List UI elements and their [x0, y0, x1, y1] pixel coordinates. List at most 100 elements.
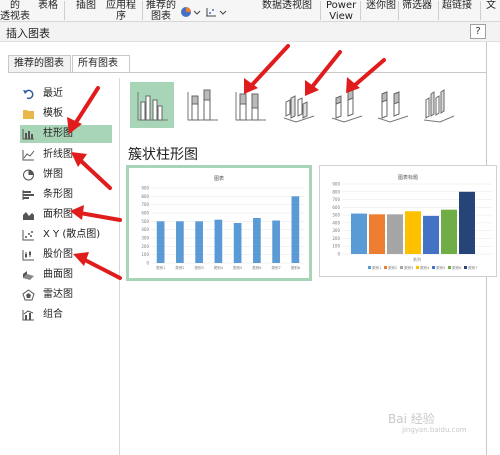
3d-percent-stacked-column-icon [377, 91, 409, 123]
chart-preview-1[interactable]: 图表 0 100 200 300 400 500 600 700 800 900 类别1 类别2 类别3… [126, 165, 312, 281]
category-pie[interactable]: 饼图 [20, 166, 112, 184]
chevron-down-icon [219, 10, 227, 15]
subtype-3d-100-stacked-column[interactable] [370, 82, 414, 128]
subtype-3d-stacked-column[interactable] [324, 82, 368, 128]
subtype-clustered-column[interactable] [130, 82, 174, 128]
ribbon-label: 插图 [76, 0, 96, 11]
category-radar[interactable]: 雷达图 [20, 286, 112, 304]
ribbon-recommended-charts[interactable]: 推荐的 图表 [146, 0, 176, 22]
bar [369, 214, 385, 254]
y-tick-label: 300 [332, 228, 340, 233]
ribbon-power-view[interactable]: Power View [326, 0, 356, 22]
stacked-column-icon [187, 89, 218, 121]
area-chart-icon [23, 212, 34, 220]
category-label: 面积图 [43, 209, 73, 220]
ribbon-label: 推荐的 [146, 0, 176, 11]
3d-column-icon [423, 89, 455, 123]
category-label: 股价图 [43, 249, 73, 260]
y-tick-label: 200 [332, 236, 340, 241]
percent-stacked-column-icon [235, 92, 266, 121]
legend-label: 类别6 [452, 265, 461, 270]
ribbon-label: 迷你图 [366, 0, 396, 11]
category-combo[interactable]: 组合 [20, 306, 112, 324]
category-surface[interactable]: 曲面图 [20, 266, 112, 284]
chart-preview-2[interactable]: 图表标题 0 100 200 300 400 500 600 700 800 900 系列 类别1 类别… [319, 165, 497, 277]
subtype-3d-clustered-column[interactable] [276, 82, 320, 128]
folder-icon [23, 110, 34, 119]
y-tick-label: 600 [141, 211, 149, 216]
ribbon-separator [320, 1, 321, 20]
ribbon-filters[interactable]: 筛选器 [402, 0, 432, 11]
bar [233, 223, 242, 263]
ribbon-label: 表格 [38, 0, 58, 11]
category-scatter[interactable]: X Y (散点图) [20, 226, 112, 244]
bar [387, 214, 403, 254]
x-tick-label: 类别6 [252, 265, 261, 270]
bar [423, 215, 439, 254]
ribbon-pivot-table[interactable]: 的透视表 [0, 0, 30, 22]
bar [459, 191, 475, 254]
ribbon-label: 图表 [151, 11, 171, 22]
legend-label: 类别7 [468, 265, 477, 270]
bar [291, 196, 300, 263]
ribbon-label: 数据透视图 [262, 0, 312, 11]
y-tick-label: 800 [332, 189, 340, 194]
subtype-3d-column[interactable] [416, 82, 460, 128]
ribbon-label: 序 [116, 11, 126, 22]
help-button[interactable]: ? [470, 24, 486, 39]
pie-slice-icon [186, 7, 191, 12]
legend-swatch [416, 266, 419, 269]
category-bar[interactable]: 条形图 [20, 186, 112, 204]
ribbon-separator [398, 1, 399, 20]
tab-recommended-charts[interactable]: 推荐的图表 [8, 55, 71, 72]
category-stock[interactable]: 股价图 [20, 246, 112, 264]
category-label: 曲面图 [43, 269, 73, 280]
category-label: 最近 [43, 88, 63, 99]
x-tick-label: 类别2 [175, 265, 184, 270]
category-line[interactable]: 折线图 [20, 146, 112, 164]
scatter-chart-icon [22, 230, 34, 241]
ribbon-label: 文 [486, 0, 496, 11]
legend-label: 类别5 [436, 265, 445, 270]
bar [405, 211, 421, 254]
category-templates[interactable]: 模板 [20, 105, 112, 123]
stock-chart-icon [22, 250, 34, 261]
dialog-title-bar: 插入图表 ? [0, 22, 500, 42]
ribbon-text[interactable]: 文 [486, 0, 496, 11]
category-label: X Y (散点图) [43, 229, 101, 240]
category-recent[interactable]: 最近 [20, 85, 112, 103]
ribbon-hyperlink[interactable]: 超链接 [442, 0, 472, 11]
chart-type-mini-icons[interactable] [180, 6, 232, 18]
subtype-100-stacked-column[interactable] [228, 82, 272, 128]
ribbon-pivot-chart[interactable]: 数据透视图 [262, 0, 312, 11]
radar-chart-icon [22, 289, 35, 301]
chevron-down-icon [193, 10, 201, 15]
bar [272, 220, 280, 263]
x-tick-label: 类别3 [195, 265, 204, 270]
ribbon-apps[interactable]: 应用程序 [106, 0, 136, 22]
y-tick-label: 500 [332, 213, 340, 218]
y-tick-label: 600 [332, 205, 340, 210]
ribbon-separator [438, 1, 439, 20]
pie-chart-icon [23, 169, 34, 181]
ribbon: 的透视表 表格 插图 应用程序 推荐的 图表 数据透视图 Power View 迷你… [0, 0, 500, 22]
ribbon-sparklines[interactable]: 迷你图 [366, 0, 396, 11]
subtype-stacked-column[interactable] [180, 82, 224, 128]
ribbon-label: 透视表 [0, 11, 30, 22]
category-label: 柱形图 [43, 128, 73, 139]
3d-stacked-column-icon [331, 89, 363, 123]
y-tick-label: 900 [141, 186, 149, 191]
category-area[interactable]: 面积图 [20, 206, 112, 224]
ribbon-label: 超链接 [442, 0, 472, 11]
bar [214, 219, 223, 263]
legend-swatch [464, 266, 467, 269]
ribbon-label: 筛选器 [402, 0, 432, 11]
tab-all-charts[interactable]: 所有图表 [72, 55, 130, 73]
ribbon-separator [142, 1, 143, 20]
y-tick-label: 700 [141, 202, 149, 207]
category-column[interactable]: 柱形图 [20, 125, 112, 143]
column-chart-icon [22, 129, 34, 140]
y-tick-label: 700 [332, 197, 340, 202]
ribbon-illustrations[interactable]: 插图 [76, 0, 96, 11]
ribbon-table[interactable]: 表格 [38, 0, 58, 11]
